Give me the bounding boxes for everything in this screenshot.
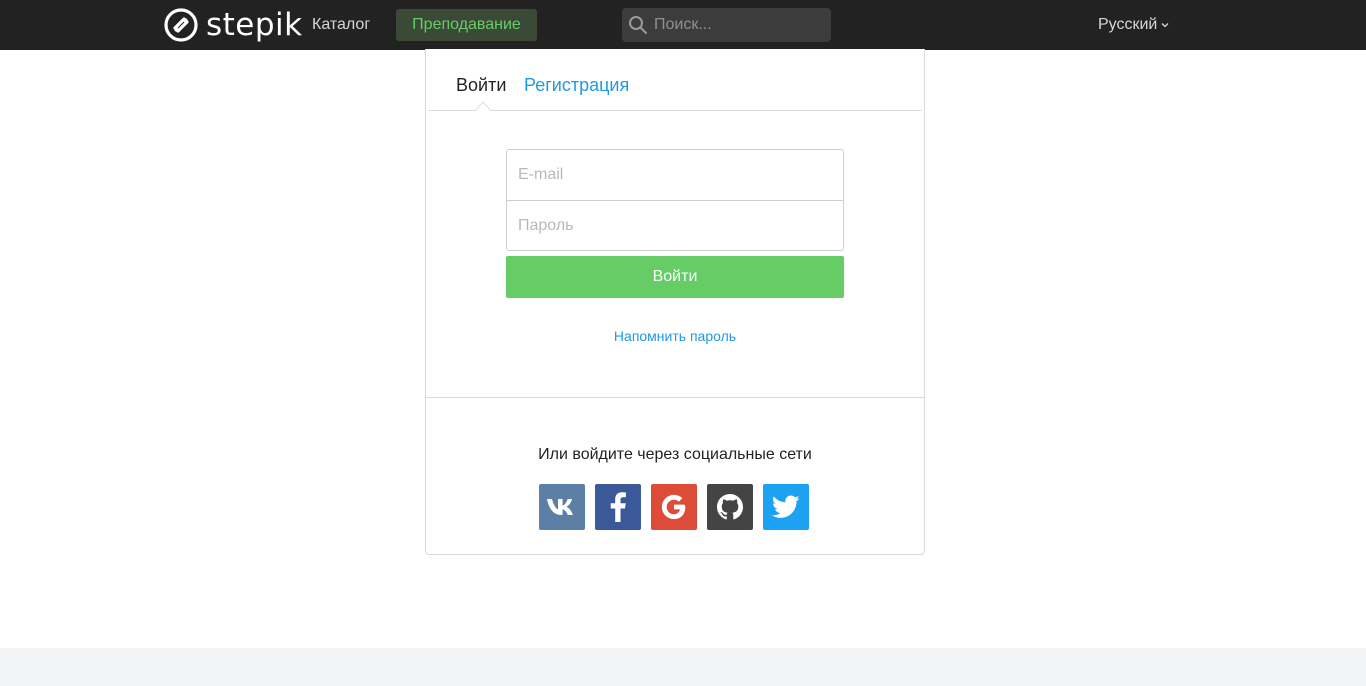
twitter-login-button[interactable] xyxy=(763,484,809,530)
language-selector[interactable]: Русский xyxy=(1098,16,1169,34)
active-tab-indicator xyxy=(475,101,491,111)
github-icon xyxy=(717,494,743,520)
tab-login[interactable]: Войти xyxy=(456,74,506,96)
google-login-button[interactable] xyxy=(651,484,697,530)
auth-tabs: Войти Регистрация xyxy=(428,49,922,111)
page-footer xyxy=(0,648,1366,686)
chevron-down-icon xyxy=(1161,23,1169,28)
nav-catalog-link[interactable]: Каталог xyxy=(312,16,370,34)
password-field[interactable] xyxy=(507,201,843,250)
vk-login-button[interactable] xyxy=(539,484,585,530)
social-buttons xyxy=(539,484,809,530)
google-icon xyxy=(661,494,686,520)
tab-register[interactable]: Регистрация xyxy=(524,74,629,96)
social-login-title: Или войдите через социальные сети xyxy=(538,446,812,463)
auth-card: Войти Регистрация Войти Напомнить пароль… xyxy=(425,49,925,555)
section-divider xyxy=(426,397,924,398)
facebook-login-button[interactable] xyxy=(595,484,641,530)
twitter-icon xyxy=(772,495,800,518)
language-label: Русский xyxy=(1098,16,1158,33)
facebook-icon xyxy=(610,492,626,522)
search-box[interactable] xyxy=(622,8,831,42)
search-icon xyxy=(629,16,647,34)
login-form-fields xyxy=(506,149,844,251)
github-login-button[interactable] xyxy=(707,484,753,530)
logo-text: stepik xyxy=(206,7,303,43)
stepik-logo[interactable]: stepik xyxy=(164,7,303,43)
stepik-logo-icon xyxy=(164,8,198,42)
login-button[interactable]: Войти xyxy=(506,256,844,298)
search-input[interactable] xyxy=(654,16,824,34)
remind-password-link[interactable]: Напомнить пароль xyxy=(506,328,844,344)
teaching-button[interactable]: Преподавание xyxy=(396,9,537,41)
vk-icon xyxy=(547,499,573,515)
email-field[interactable] xyxy=(507,150,843,200)
top-navbar: stepik Каталог Преподавание Русский xyxy=(0,0,1366,50)
